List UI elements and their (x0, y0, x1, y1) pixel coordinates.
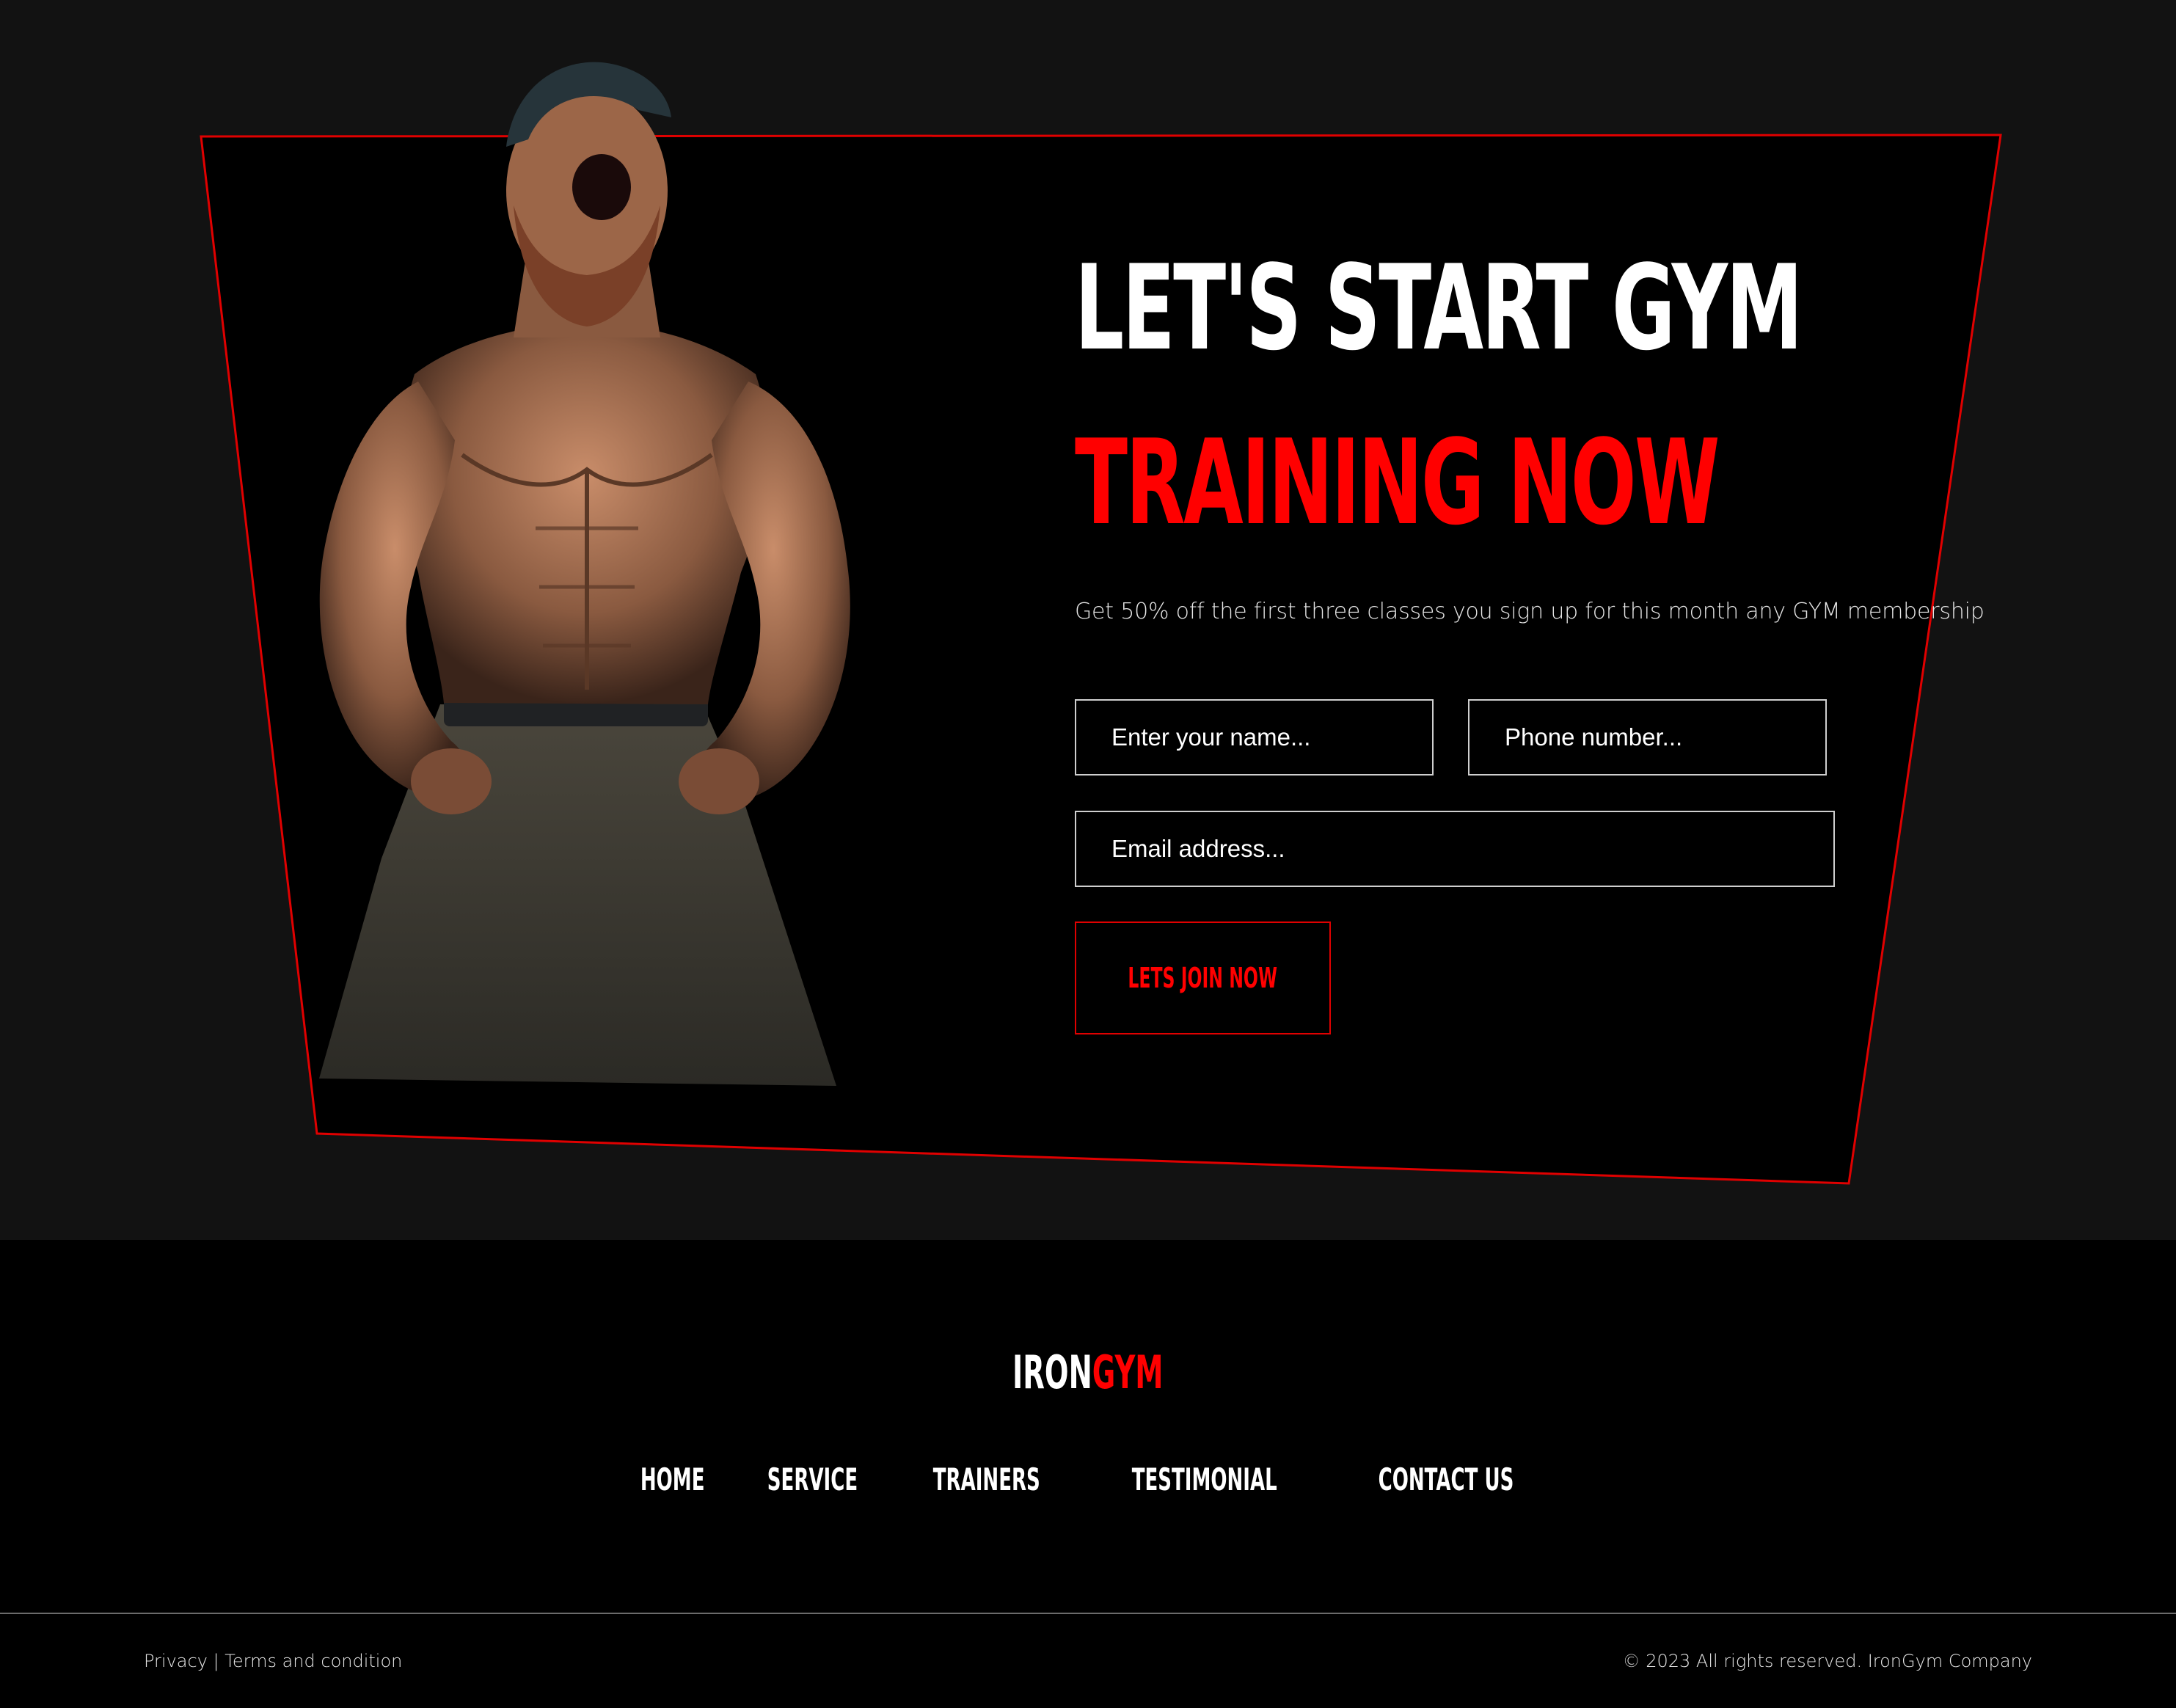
join-now-label: LETS JOIN NOW (1128, 962, 1278, 994)
legal-separator: | (213, 1651, 219, 1671)
nav-link-testimonial[interactable]: TESTIMONIAL (1132, 1464, 1277, 1495)
nav-link-home[interactable]: HOME (640, 1464, 705, 1495)
athlete-photo-icon (319, 62, 850, 1086)
name-input[interactable] (1075, 699, 1434, 775)
copyright: © 2023 All rights reserved. IronGym Comp… (1623, 1651, 2032, 1671)
brand-logo-part-iron: IRON (1012, 1346, 1092, 1399)
footer-divider (0, 1613, 2176, 1614)
hero-title-line-1: LET'S START GYM (1075, 239, 1803, 376)
terms-link[interactable]: Terms and condition (224, 1651, 402, 1671)
hero-section: LET'S START GYM TRAINING NOW Get 50% off… (0, 0, 2176, 1240)
hero-subtitle: Get 50% off the first three classes you … (1075, 599, 1985, 624)
nav-link-contact-us[interactable]: CONTACT US (1378, 1464, 1514, 1495)
page: LET'S START GYM TRAINING NOW Get 50% off… (0, 0, 2176, 1708)
copyright-text: 2023 All rights reserved. IronGym Compan… (1646, 1651, 2032, 1671)
legal-links: Privacy | Terms and condition (144, 1651, 402, 1671)
privacy-link[interactable]: Privacy (144, 1651, 208, 1671)
nav-link-trainers[interactable]: TRAINERS (932, 1464, 1040, 1495)
brand-logo[interactable]: IRONGYM (0, 1350, 2176, 1395)
footer: IRONGYM HOME SERVICE TRAINERS TESTIMONIA… (0, 1240, 2176, 1708)
join-now-button[interactable]: LETS JOIN NOW (1075, 921, 1331, 1034)
footer-nav: HOME SERVICE TRAINERS TESTIMONIAL CONTAC… (0, 1464, 2176, 1495)
phone-input[interactable] (1468, 699, 1827, 775)
nav-link-service[interactable]: SERVICE (767, 1464, 857, 1495)
hero-title-line-2: TRAINING NOW (1075, 414, 1720, 551)
brand-logo-part-gym: GYM (1092, 1346, 1164, 1399)
copyright-icon: © (1622, 1651, 1640, 1671)
email-input[interactable] (1075, 811, 1835, 887)
